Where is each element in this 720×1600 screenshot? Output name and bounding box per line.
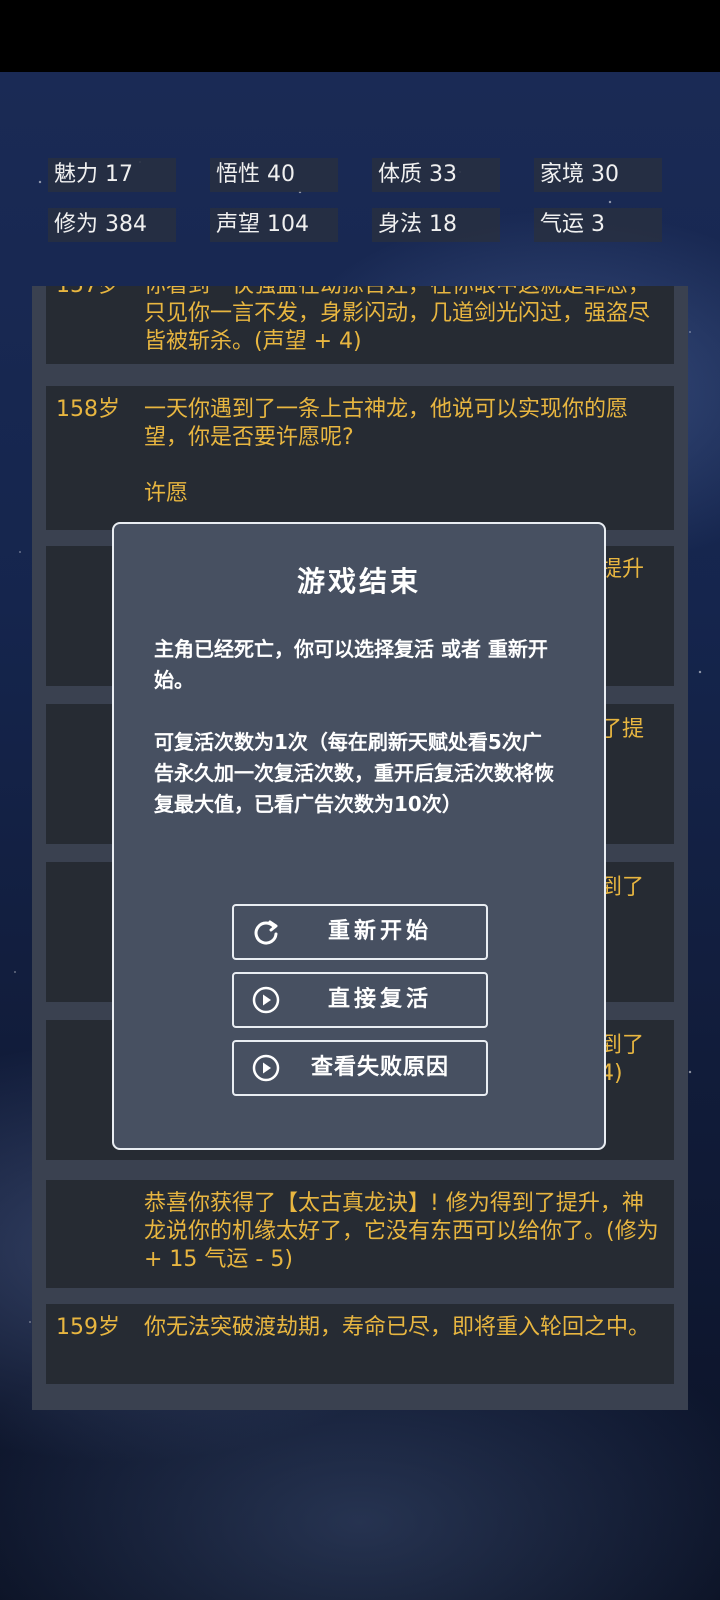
game-over-dialog: 游戏结束 主角已经死亡，你可以选择复活 或者 重新开始。 可复活次数为1次（每在…	[112, 522, 606, 1150]
log-age: 158岁	[56, 397, 120, 422]
revive-label: 直接复活	[327, 987, 432, 1012]
restart-button[interactable]: 重新开始	[232, 904, 488, 960]
log-choice: 许愿	[144, 481, 189, 506]
revive-button[interactable]: 直接复活	[232, 972, 488, 1028]
log-text: 一天你遇到了一条上古神龙，他说可以实现你的愿望，你是否要许愿呢?	[144, 397, 629, 450]
stat-charm: 魅力 17	[48, 158, 176, 192]
play-circle-icon	[252, 986, 280, 1014]
stat-luck: 气运 3	[534, 208, 662, 242]
log-age: 157岁	[56, 286, 120, 300]
stat-family: 家境 30	[534, 158, 662, 192]
stat-reputation: 声望 104	[210, 208, 338, 242]
status-bar	[0, 0, 720, 72]
log-text: 了提	[600, 717, 645, 742]
play-circle-icon	[252, 1054, 280, 1082]
log-age: 159岁	[56, 1315, 120, 1340]
log-text: 4)	[600, 1061, 623, 1086]
log-text: 你看到一伙强盗在劫掠百姓，在你眼中这就是罪恶，只见你一言不发，身影闪动，几道剑光…	[144, 286, 651, 354]
log-entry: 159岁 你无法突破渡劫期，寿命已尽，即将重入轮回之中。	[46, 1304, 674, 1384]
view-failure-reason-button[interactable]: 查看失败原因	[232, 1040, 488, 1096]
log-entry: 恭喜你获得了【太古真龙诀】! 修为得到了提升，神龙说你的机缘太好了，它没有东西可…	[46, 1180, 674, 1288]
stat-physique: 体质 33	[372, 158, 500, 192]
refresh-icon	[254, 920, 278, 945]
log-text: 恭喜你获得了【太古真龙诀】! 修为得到了提升，神龙说你的机缘太好了，它没有东西可…	[144, 1191, 659, 1272]
log-text: 你无法突破渡劫期，寿命已尽，即将重入轮回之中。	[144, 1315, 651, 1340]
stat-cultivation: 修为 384	[48, 208, 176, 242]
stat-agility: 身法 18	[372, 208, 500, 242]
log-text: 到了	[600, 875, 645, 900]
dialog-message: 主角已经死亡，你可以选择复活 或者 重新开始。 可复活次数为1次（每在刷新天赋处…	[154, 637, 554, 816]
log-entry: 158岁 一天你遇到了一条上古神龙，他说可以实现你的愿望，你是否要许愿呢? 许愿	[46, 386, 674, 530]
dialog-title: 游戏结束	[296, 565, 421, 598]
stat-comprehension: 悟性 40	[210, 158, 338, 192]
log-entry: 157岁 你看到一伙强盗在劫掠百姓，在你眼中这就是罪恶，只见你一言不发，身影闪动…	[46, 286, 674, 364]
view-failure-reason-label: 查看失败原因	[310, 1055, 449, 1080]
log-text: 到了	[600, 1033, 645, 1058]
restart-label: 重新开始	[327, 919, 432, 944]
log-text: 提升	[600, 557, 645, 582]
